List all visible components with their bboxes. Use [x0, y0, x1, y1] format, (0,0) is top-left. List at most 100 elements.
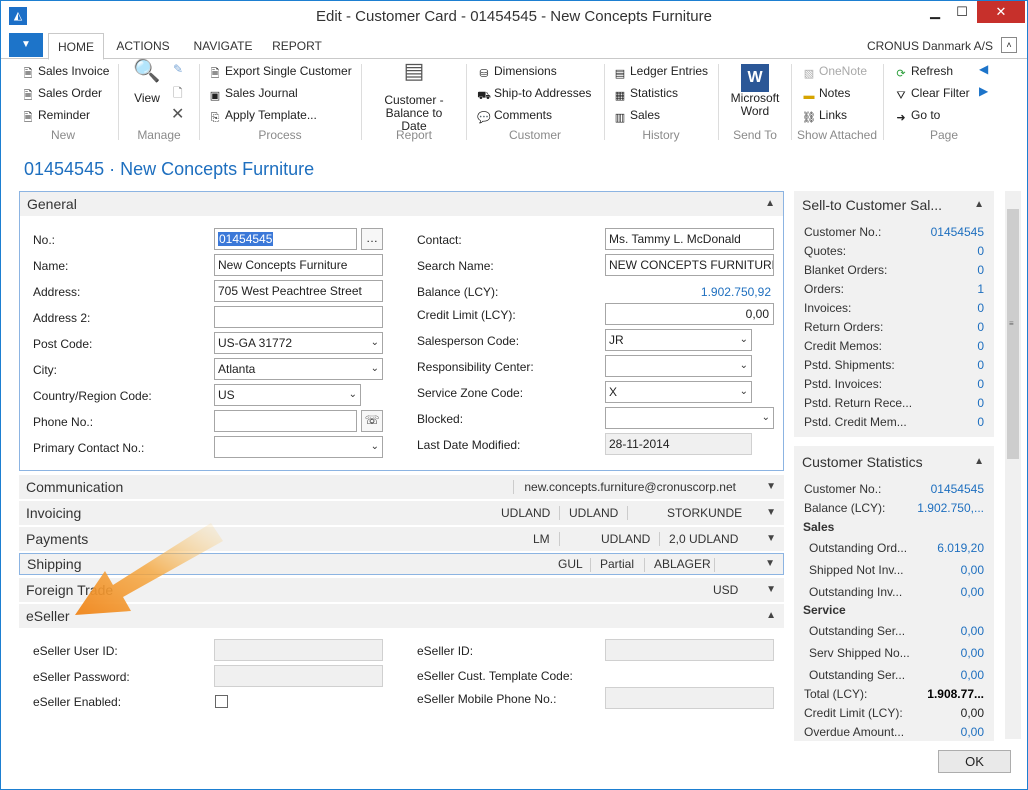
address-field[interactable]: 705 West Peachtree Street [214, 280, 383, 302]
view-button[interactable]: 🔍 View [129, 60, 165, 105]
credit-limit-field[interactable]: 0,00 [605, 303, 774, 325]
close-button[interactable]: ✕ [977, 1, 1025, 23]
contact-field[interactable]: Ms. Tammy L. McDonald [605, 228, 774, 250]
notes-button[interactable]: ▬ Notes [802, 84, 851, 102]
sales-invoice-button[interactable]: 🗎 Sales Invoice [21, 62, 110, 80]
balance-value-link[interactable]: 1.902.750,92 [701, 285, 771, 299]
onenote-button[interactable]: ▧ OneNote [802, 62, 867, 80]
statistics-icon: ▦ [614, 90, 626, 102]
ok-button[interactable]: OK [938, 750, 1011, 773]
sales-button[interactable]: ▥ Sales [613, 106, 660, 124]
next-arrow-icon[interactable]: ▶ [979, 84, 988, 98]
chevron-down-icon: ▼ [766, 507, 776, 518]
sell-row-label: Customer No.: [804, 225, 882, 239]
sell-row-value-link[interactable]: 0 [977, 301, 984, 315]
sell-row-value-link[interactable]: 1 [977, 282, 984, 296]
stat-shipped-not-invoiced-link[interactable]: 0,00 [961, 563, 984, 577]
reminder-button[interactable]: 🗎 Reminder [21, 106, 90, 124]
refresh-button[interactable]: ⟳ Refresh [894, 62, 953, 80]
sell-row-value-link[interactable]: 0 [977, 358, 984, 372]
stat-overdue-link[interactable]: 0,00 [961, 725, 984, 739]
sell-row-value-link[interactable]: 0 [977, 377, 984, 391]
divider [513, 480, 514, 494]
chevron-up-icon[interactable]: ▲ [974, 456, 984, 467]
tab-navigate[interactable]: NAVIGATE [187, 33, 259, 60]
comments-button[interactable]: 💬 Comments [477, 106, 552, 124]
ledger-entries-button[interactable]: ▤ Ledger Entries [613, 62, 708, 80]
stat-outstanding-service-2-link[interactable]: 0,00 [961, 668, 984, 682]
primary-contact-no-field[interactable]: ⌄ [214, 436, 383, 458]
stat-outstanding-invoices-link[interactable]: 0,00 [961, 585, 984, 599]
eseller-mobile-phone-no-field[interactable] [605, 687, 774, 709]
no-field[interactable]: 01454545 [214, 228, 357, 250]
tab-home[interactable]: HOME [48, 33, 104, 60]
tab-report[interactable]: REPORT [269, 33, 325, 60]
statistics-button[interactable]: ▦ Statistics [613, 84, 678, 102]
vertical-scrollbar[interactable]: ≡ [1005, 191, 1021, 739]
minimize-button[interactable]: ▁ [922, 1, 948, 23]
sell-row-label: Pstd. Invoices: [804, 377, 883, 391]
stat-outstanding-service-link[interactable]: 0,00 [961, 624, 984, 638]
customer-balance-to-date-button[interactable]: ▤ Customer - Balance to Date [372, 60, 456, 133]
responsibility-center-field[interactable]: ⌄ [605, 355, 752, 377]
edit-icon[interactable]: ✎ [173, 62, 183, 76]
links-icon: ⛓ [802, 112, 816, 124]
stat-customer-no-link[interactable]: 01454545 [931, 482, 984, 496]
fasttab-communication[interactable]: Communication new.concepts.furniture@cro… [19, 475, 784, 499]
application-menu-button[interactable]: ▼ [9, 33, 43, 57]
label-country-region-code: Country/Region Code: [33, 389, 152, 403]
phone-no-field[interactable] [214, 410, 357, 432]
stat-outstanding-orders-link[interactable]: 6.019,20 [937, 541, 984, 555]
tab-actions[interactable]: ACTIONS [111, 33, 175, 60]
chevron-down-icon: ▼ [766, 584, 776, 595]
scrollbar-thumb[interactable] [1007, 209, 1019, 459]
delete-icon[interactable]: ✕ [171, 104, 184, 124]
fasttab-header-general[interactable]: General ▲ [20, 192, 783, 216]
sell-row-value-link[interactable]: 01454545 [931, 225, 984, 239]
links-button[interactable]: ⛓ Links [802, 106, 847, 124]
collapse-ribbon-button[interactable]: ˄ [1001, 37, 1017, 53]
new-icon[interactable]: 🗋 [173, 84, 183, 105]
country-region-code-field[interactable]: US ⌄ [214, 384, 361, 406]
ribbon-group-manage: 🔍 View ✎ 🗋 ✕ Manage [119, 60, 199, 144]
service-zone-code-field[interactable]: X ⌄ [605, 381, 752, 403]
sales-order-button[interactable]: 🗎 Sales Order [21, 84, 102, 102]
search-name-field[interactable]: NEW CONCEPTS FURNITURE [605, 254, 774, 276]
dimensions-button[interactable]: ⛁ Dimensions [477, 62, 556, 80]
microsoft-word-button[interactable]: W Microsoft Word [723, 64, 787, 118]
sell-row-value-link[interactable]: 0 [977, 396, 984, 410]
salesperson-code-field[interactable]: JR ⌄ [605, 329, 752, 351]
post-code-field[interactable]: US-GA 31772 ⌄ [214, 332, 383, 354]
eseller-enabled-checkbox[interactable] [215, 695, 228, 708]
previous-arrow-icon[interactable]: ◀ [979, 62, 988, 76]
stat-serv-shipped-link[interactable]: 0,00 [961, 646, 984, 660]
ship-to-addresses-button[interactable]: ⛟ Ship-to Addresses [477, 84, 591, 102]
sales-journal-button[interactable]: ▣ Sales Journal [208, 84, 298, 102]
name-field[interactable]: New Concepts Furniture [214, 254, 383, 276]
sell-row-value-link[interactable]: 0 [977, 415, 984, 429]
sell-row-value-link[interactable]: 0 [977, 263, 984, 277]
go-to-button[interactable]: ➜ Go to [894, 106, 940, 124]
export-icon: 🗎 [210, 68, 220, 80]
chevron-down-icon: ▼ [766, 481, 776, 492]
chevron-up-icon[interactable]: ▲ [974, 199, 984, 210]
blocked-field[interactable]: ⌄ [605, 407, 774, 429]
stat-balance-link[interactable]: 1.902.750,... [917, 501, 984, 515]
city-field[interactable]: Atlanta ⌄ [214, 358, 383, 380]
export-single-customer-button[interactable]: 🗎 Export Single Customer [208, 62, 352, 80]
eseller-password-field[interactable] [214, 665, 383, 687]
eseller-id-field[interactable] [605, 639, 774, 661]
maximize-button[interactable]: ☐ [949, 1, 975, 23]
clear-filter-button[interactable]: ⛛ Clear Filter [894, 84, 969, 102]
apply-template-button[interactable]: ⎘ Apply Template... [208, 106, 317, 124]
phone-dial-button[interactable]: ☏ [361, 410, 383, 432]
divider [627, 506, 628, 520]
sell-row-value-link[interactable]: 0 [977, 339, 984, 353]
address-2-field[interactable] [214, 306, 383, 328]
label-primary-contact-no: Primary Contact No.: [33, 441, 145, 455]
eseller-user-id-field[interactable] [214, 639, 383, 661]
sell-row-value-link[interactable]: 0 [977, 320, 984, 334]
assist-edit-button[interactable]: … [361, 228, 383, 250]
comments-icon: 💬 [477, 112, 491, 124]
sell-row-value-link[interactable]: 0 [977, 244, 984, 258]
